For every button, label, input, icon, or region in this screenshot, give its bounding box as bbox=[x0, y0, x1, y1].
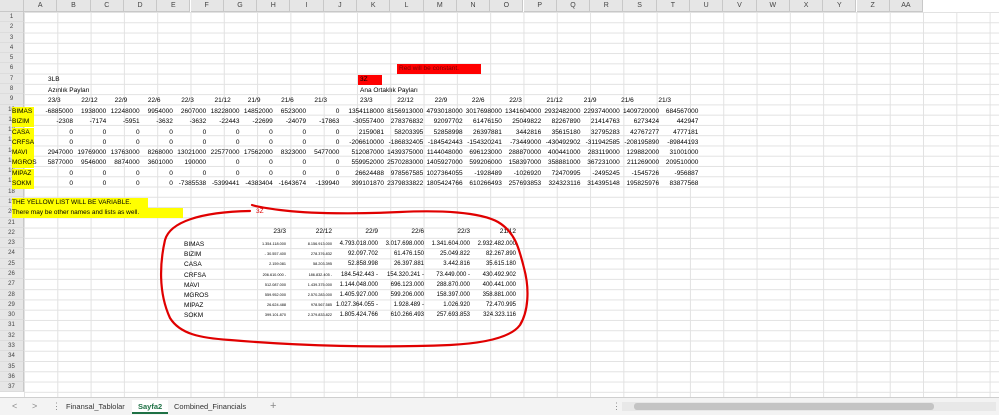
next-sheet-icon[interactable]: > bbox=[32, 401, 37, 411]
prev-sheet-icon[interactable]: < bbox=[12, 401, 17, 411]
spreadsheet-grid[interactable]: ABCDEFGHIJKLMNOPQRSTUVWXYZAA 12345678910… bbox=[0, 0, 999, 397]
red-hand-drawn-outline bbox=[160, 203, 529, 348]
tab-sayfa2[interactable]: Sayfa2 bbox=[132, 400, 169, 414]
sheet-tab-bar: < > ⋮ Finansal_Tablolar Sayfa2 Combined_… bbox=[0, 397, 999, 415]
horizontal-scrollbar[interactable] bbox=[622, 402, 996, 411]
more-options-icon[interactable]: ⋮ bbox=[612, 401, 621, 412]
tab-combined-financials[interactable]: Combined_Financials bbox=[168, 400, 252, 414]
add-sheet-icon[interactable]: + bbox=[270, 400, 276, 412]
tab-finansal-tablolar[interactable]: Finansal_Tablolar bbox=[60, 400, 131, 414]
scrollbar-thumb[interactable] bbox=[634, 403, 934, 410]
